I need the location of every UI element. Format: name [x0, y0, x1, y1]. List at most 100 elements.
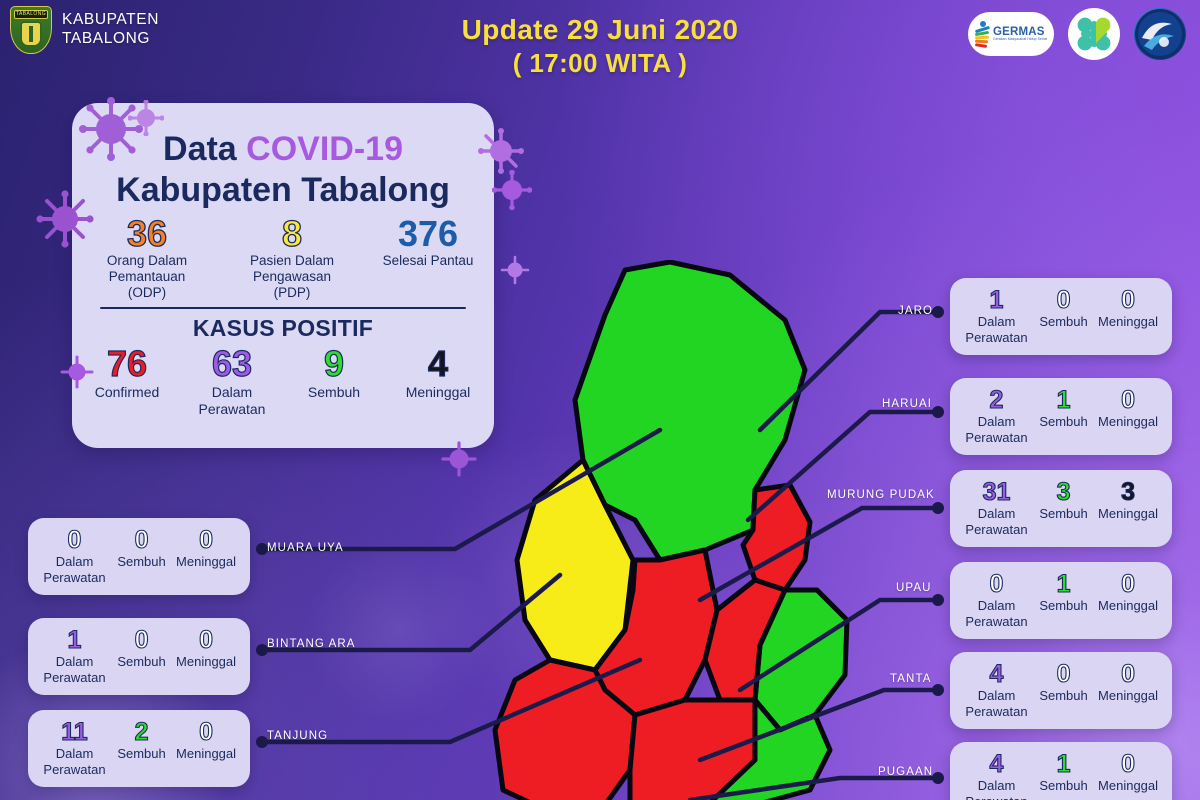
bintang-ara-sembuh: 0 Sembuh [111, 626, 172, 685]
haruai-dalam-perawatan-value: 2 [989, 386, 1004, 414]
card-divider [100, 307, 466, 309]
district-label-haruai: HARUAI [882, 398, 933, 410]
stat-odp-label-2: Pemantauan [108, 269, 186, 284]
muara-uya-dalam-perawatan: 0 Dalam Perawatan [38, 526, 111, 585]
stat-sembuh: 9 Sembuh [284, 343, 384, 401]
label-dalam: Dalam [977, 314, 1016, 329]
upau-sembuh-value: 1 [1056, 570, 1071, 598]
label-sembuh: Sembuh [1039, 688, 1088, 703]
stat-sembuh-label: Sembuh [307, 384, 361, 400]
bintang-ara-dalam-perawatan: 1 Dalam Perawatan [38, 626, 111, 685]
label-perawatan: Perawatan [965, 521, 1028, 537]
tanta-dalam-perawatan-value: 4 [989, 660, 1004, 688]
haruai-sembuh: 1 Sembuh [1033, 386, 1094, 445]
upau-meninggal: 0 Meninggal [1094, 570, 1162, 629]
summary-stats-row: 36 Orang Dalam Pemantauan (ODP) 8 Pasien… [72, 213, 494, 301]
district-label-murung-pudak: MURUNG PUDAK [827, 489, 935, 501]
bintang-ara-meninggal: 0 Meninggal [172, 626, 240, 685]
stat-dalam-perawatan-value: 63 [211, 343, 253, 384]
pugaan-meninggal: 0 Meninggal [1094, 750, 1162, 800]
jaro-meninggal: 0 Meninggal [1094, 286, 1162, 345]
label-sembuh: Sembuh [1039, 598, 1088, 613]
district-card-haruai[interactable]: 2 Dalam Perawatan 1 Sembuh 0 Meninggal [950, 378, 1172, 455]
label-perawatan: Perawatan [960, 794, 1033, 800]
muara-uya-sembuh: 0 Sembuh [111, 526, 172, 585]
district-card-tanjung[interactable]: 11 Dalam Perawatan 2 Sembuh 0 Meninggal [28, 710, 250, 787]
stat-meninggal-value: 4 [427, 343, 449, 384]
label-sembuh: Sembuh [1039, 414, 1088, 429]
district-card-upau[interactable]: 0 Dalam Perawatan 1 Sembuh 0 Meninggal [950, 562, 1172, 639]
district-card-pugaan[interactable]: 4 Dalam Perawatan 1 Sembuh 0 Meninggal [950, 742, 1172, 800]
label-dalam: Dalam [977, 414, 1016, 429]
district-card-tanta[interactable]: 4 Dalam Perawatan 0 Sembuh 0 Meninggal [950, 652, 1172, 729]
tanjung-sembuh-value: 2 [134, 718, 149, 746]
muara-uya-sembuh-value: 0 [134, 526, 149, 554]
germas-logo-icon: GERMAS Gerakan Masyarakat Hidup Sehat [968, 12, 1054, 56]
label-meninggal: Meninggal [1098, 414, 1159, 429]
title-covid: COVID-19 [246, 130, 403, 168]
label-dalam: Dalam [977, 688, 1016, 703]
kemenkes-clover-icon [1068, 8, 1120, 60]
haruai-meninggal-value: 0 [1121, 386, 1136, 414]
tanta-sembuh-value: 0 [1056, 660, 1071, 688]
tanjung-meninggal: 0 Meninggal [172, 718, 240, 777]
tanjung-meninggal-value: 0 [199, 718, 214, 746]
upau-meninggal-value: 0 [1121, 570, 1136, 598]
jaro-dalam-perawatan-value: 1 [989, 286, 1004, 314]
pugaan-meninggal-value: 0 [1121, 750, 1136, 778]
district-label-tanjung: TANJUNG [267, 730, 329, 742]
stat-confirmed-value: 76 [106, 343, 148, 384]
stat-dalam-perawatan: 63 Dalam Perawatan [180, 343, 284, 418]
stat-meninggal-label: Meninggal [405, 384, 471, 400]
logo-group: GERMAS Gerakan Masyarakat Hidup Sehat [968, 8, 1186, 60]
tanta-dalam-perawatan: 4 Dalam Perawatan [960, 660, 1033, 719]
tabalong-district-map [492, 260, 850, 800]
murung-pudak-meninggal: 3 Meninggal [1094, 478, 1162, 537]
tanta-meninggal: 0 Meninggal [1094, 660, 1162, 719]
label-dalam: Dalam [55, 654, 94, 669]
pugaan-dalam-perawatan-value: 4 [989, 750, 1004, 778]
district-card-muara-uya[interactable]: 0 Dalam Perawatan 0 Sembuh 0 Meninggal [28, 518, 250, 595]
bintang-ara-meninggal-value: 0 [199, 626, 214, 654]
label-dalam: Dalam [55, 746, 94, 761]
stat-odp-value: 36 [126, 213, 168, 254]
murung-pudak-dalam-perawatan: 31 Dalam Perawatan [960, 478, 1033, 537]
germas-tagline: Gerakan Masyarakat Hidup Sehat [992, 37, 1048, 42]
label-sembuh: Sembuh [1039, 314, 1088, 329]
stat-confirmed-label: Confirmed [94, 384, 160, 400]
muara-uya-dalam-perawatan-value: 0 [67, 526, 82, 554]
tanjung-dalam-perawatan: 11 Dalam Perawatan [38, 718, 111, 777]
label-sembuh: Sembuh [117, 654, 166, 669]
murung-pudak-sembuh-value: 3 [1056, 478, 1071, 506]
label-sembuh: Sembuh [1039, 778, 1088, 793]
label-sembuh: Sembuh [1039, 506, 1088, 521]
district-card-bintang-ara[interactable]: 1 Dalam Perawatan 0 Sembuh 0 Meninggal [28, 618, 250, 695]
haruai-sembuh-value: 1 [1056, 386, 1071, 414]
label-meninggal: Meninggal [1098, 506, 1159, 521]
murung-pudak-dalam-perawatan-value: 31 [982, 478, 1011, 506]
label-meninggal: Meninggal [1098, 314, 1159, 329]
upau-dalam-perawatan: 0 Dalam Perawatan [960, 570, 1033, 629]
label-sembuh: Sembuh [117, 554, 166, 569]
tanjung-dalam-perawatan-value: 11 [61, 718, 89, 746]
label-meninggal: Meninggal [176, 746, 237, 761]
district-label-pugaan: PUGAAN [878, 766, 934, 778]
haruai-dalam-perawatan: 2 Dalam Perawatan [960, 386, 1033, 445]
tanta-meninggal-value: 0 [1121, 660, 1136, 688]
stat-confirmed: 76 Confirmed [74, 343, 180, 401]
bintang-ara-sembuh-value: 0 [134, 626, 149, 654]
stat-sembuh-value: 9 [323, 343, 345, 384]
murung-pudak-meninggal-value: 3 [1121, 478, 1136, 506]
label-sembuh: Sembuh [117, 746, 166, 761]
haruai-meninggal: 0 Meninggal [1094, 386, 1162, 445]
district-card-jaro[interactable]: 1 Dalam Perawatan 0 Sembuh 0 Meninggal [950, 278, 1172, 355]
district-label-upau: UPAU [896, 582, 932, 594]
title-region: Kabupaten Tabalong [116, 171, 450, 209]
district-label-muara-uya: MUARA UYA [267, 542, 344, 554]
label-perawatan: Perawatan [965, 613, 1028, 629]
district-card-murung-pudak[interactable]: 31 Dalam Perawatan 3 Sembuh 3 Meninggal [950, 470, 1172, 547]
tanta-sembuh: 0 Sembuh [1033, 660, 1094, 719]
infographic-canvas: TABALONG KABUPATEN TABALONG Update 29 Ju… [0, 0, 1200, 800]
stat-odp-label-3: (ODP) [127, 285, 167, 300]
virus-icon [492, 170, 532, 210]
